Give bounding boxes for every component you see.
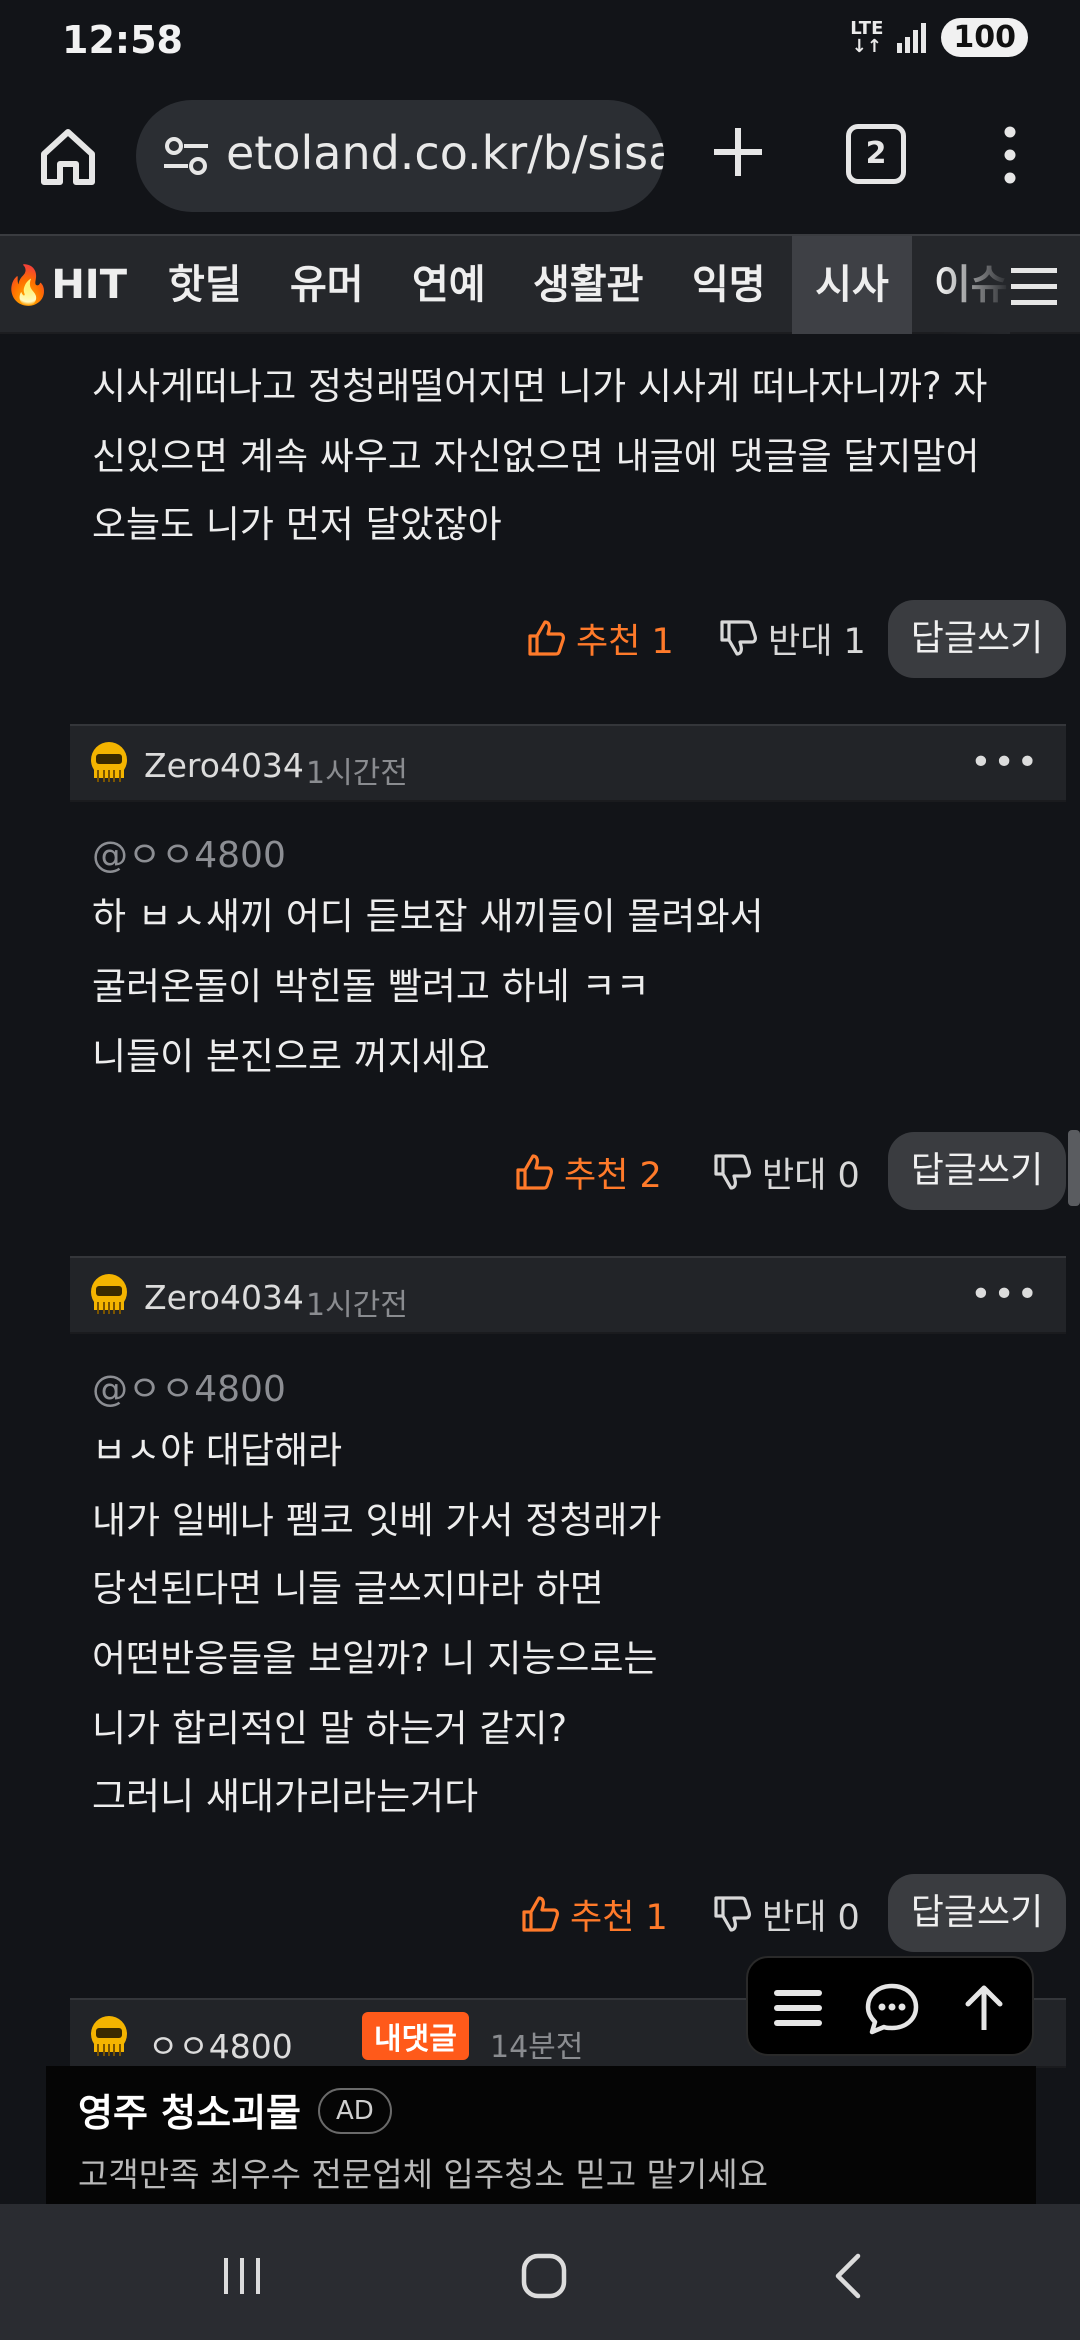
back-icon[interactable] [822, 2248, 878, 2304]
comment-text-line: ㅂㅅ야 대답해라 [92, 1429, 343, 1472]
nav-fade [940, 236, 1010, 334]
browser-toolbar: etoland.co.kr/b/sisa 2 [0, 84, 1080, 234]
new-tab-icon[interactable] [706, 120, 770, 184]
ad-label: AD [318, 2088, 392, 2134]
tab-anonymous[interactable]: 익명 [692, 236, 766, 334]
reply-button[interactable]: 답글쓰기 [888, 600, 1066, 678]
comment-text-line: 어떤반응들을 보일까? 니 지능으로는 [92, 1637, 658, 1680]
avatar-icon [91, 1274, 127, 1314]
category-nav: 🔥HIT 핫딜 유머 연예 생활관 익명 시사 이슈 [0, 234, 1080, 334]
comment-text-line: 신있으면 계속 싸우고 자신없으면 내글에 댓글을 달지말어 [92, 435, 980, 478]
tab-switcher-button[interactable]: 2 [846, 124, 906, 184]
downvote-button[interactable]: 반대 0 [712, 1134, 860, 1210]
lte-icon: LTE ↓↑ [850, 17, 884, 57]
tab-sisa[interactable]: 시사 [792, 236, 912, 334]
comment-text-line: 굴러온돌이 박힌돌 빨려고 하네 ㅋㅋ [92, 965, 650, 1008]
tab-hit[interactable]: 🔥HIT [4, 236, 127, 334]
ad-description[interactable]: 고객만족 최우수 전문업체 입주청소 믿고 맡기세요 [78, 2148, 768, 2196]
upvote-button[interactable]: 추천 2 [514, 1134, 662, 1210]
upvote-button[interactable]: 추천 1 [526, 600, 674, 676]
comment-author[interactable]: Zero4034 [144, 746, 304, 785]
signal-icon [897, 22, 927, 53]
tab-entertainment[interactable]: 연예 [412, 236, 486, 334]
reply-button[interactable]: 답글쓰기 [888, 1132, 1066, 1210]
comment-text-line: 그러니 새대가리라는거다 [92, 1775, 479, 1818]
battery-icon: 100 [941, 18, 1028, 57]
comment-text-line: 니가 합리적인 말 하는거 같지? [92, 1707, 568, 1750]
reply-button[interactable]: 답글쓰기 [888, 1874, 1066, 1952]
comment-icon[interactable] [864, 1980, 920, 2036]
downvote-button[interactable]: 반대 0 [712, 1876, 860, 1952]
comment-text-line: 오늘도 니가 먼저 달았잖아 [92, 503, 502, 546]
thumbs-up-icon [522, 1896, 559, 1932]
comment-author[interactable]: ㅇㅇ4800 [148, 2020, 293, 2068]
scrollbar-thumb[interactable] [1068, 1130, 1080, 1206]
status-icons: LTE ↓↑ 100 [850, 18, 1028, 57]
hamburger-icon[interactable] [1005, 258, 1065, 314]
comment-time: 1시간전 [306, 1288, 408, 1323]
system-nav-bar [0, 2204, 1080, 2340]
comment-time: 1시간전 [306, 756, 408, 791]
avatar-icon [91, 2016, 127, 2056]
more-options-icon[interactable]: ••• [970, 742, 1040, 783]
arrow-up-icon[interactable] [956, 1980, 1012, 2036]
comment-mention[interactable]: @ㅇㅇ4800 [92, 1360, 286, 1412]
comment-text-line: 내가 일베나 펨코 잇베 가서 정청래가 [92, 1499, 662, 1542]
comment-text-line: 당선된다면 니들 글쓰지마라 하면 [92, 1567, 604, 1610]
comment-author[interactable]: Zero4034 [144, 1278, 304, 1317]
fire-icon: 🔥 [4, 263, 52, 307]
tab-life[interactable]: 생활관 [533, 236, 643, 334]
more-menu-icon[interactable] [990, 120, 1030, 190]
thumbs-down-icon [720, 620, 757, 656]
ad-banner[interactable]: 영주 청소괴물 AD 고객만족 최우수 전문업체 입주청소 믿고 맡기세요 [46, 2066, 1036, 2204]
url-bar[interactable]: etoland.co.kr/b/sisa [136, 100, 664, 212]
comment-text-line: 시사게떠나고 정청래떨어지면 니가 시사게 떠나자니까? 자 [92, 365, 988, 408]
floating-toolbar [746, 1956, 1034, 2056]
site-settings-icon[interactable] [158, 128, 214, 184]
thumbs-down-icon [714, 1896, 751, 1932]
comment-text-line: 니들이 본진으로 꺼지세요 [92, 1035, 490, 1078]
thumbs-up-icon [528, 620, 565, 656]
tab-hotdeal[interactable]: 핫딜 [168, 236, 242, 334]
more-options-icon[interactable]: ••• [970, 1274, 1040, 1315]
ad-title[interactable]: 영주 청소괴물 [78, 2082, 301, 2137]
recent-apps-icon[interactable] [214, 2248, 270, 2304]
comment-header: Zero4034 1시간전 ••• [70, 1256, 1066, 1334]
comment-header: Zero4034 1시간전 ••• [70, 724, 1066, 802]
comment-time: 14분전 [490, 2030, 584, 2065]
upvote-button[interactable]: 추천 1 [520, 1876, 668, 1952]
status-time: 12:58 [62, 18, 183, 62]
downvote-button[interactable]: 반대 1 [718, 600, 866, 676]
url-text[interactable]: etoland.co.kr/b/sisa [226, 126, 664, 180]
home-icon[interactable] [36, 124, 100, 188]
home-nav-icon[interactable] [516, 2248, 572, 2304]
comment-text-line: 하 ㅂㅅ새끼 어디 듣보잡 새끼들이 몰려와서 [92, 895, 764, 938]
avatar-icon [91, 742, 127, 782]
status-bar: 12:58 LTE ↓↑ 100 [0, 0, 1080, 84]
my-comment-badge: 내댓글 [362, 2012, 469, 2060]
thumbs-down-icon [714, 1154, 751, 1190]
list-icon[interactable] [770, 1980, 826, 2036]
tab-humor[interactable]: 유머 [290, 236, 364, 334]
comment-mention[interactable]: @ㅇㅇ4800 [92, 826, 286, 878]
thumbs-up-icon [516, 1154, 553, 1190]
